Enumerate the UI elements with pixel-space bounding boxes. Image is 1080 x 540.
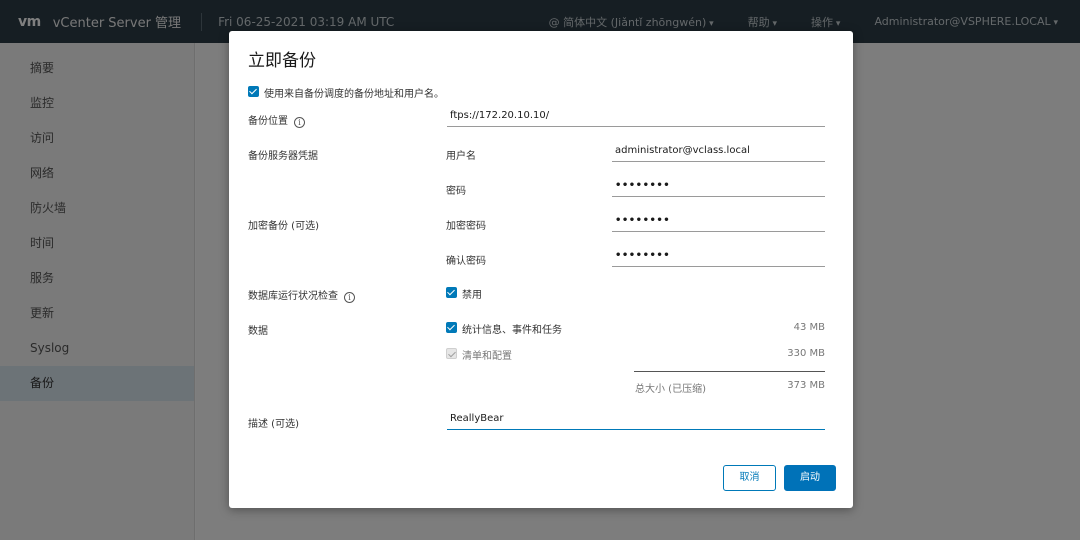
confirm-password-input[interactable]: •••••••• [612, 249, 825, 267]
encrypt-password-label: 加密密码 [446, 221, 486, 232]
total-divider [634, 371, 825, 372]
total-size: 373 MB [787, 380, 825, 391]
backup-credentials-label: 备份服务器凭据 [248, 151, 318, 162]
confirm-password-label: 确认密码 [446, 256, 486, 267]
username-input[interactable]: administrator@vclass.local [612, 144, 825, 162]
total-size-label: 总大小 (已压缩) [635, 384, 706, 395]
db-check-disable-label: 禁用 [462, 290, 482, 301]
description-label: 描述 (可选) [248, 419, 299, 430]
backup-location-label-text: 备份位置 [248, 116, 288, 127]
use-schedule-label: 使用来自备份调度的备份地址和用户名。 [264, 89, 444, 100]
encrypt-password-input[interactable]: •••••••• [612, 214, 825, 232]
inventory-config-checkbox [446, 348, 457, 359]
db-health-check-label: 数据库运行状况检查 i [248, 287, 355, 303]
backup-now-dialog: 立即备份 使用来自备份调度的备份地址和用户名。 备份位置 i ftps://172… [229, 31, 853, 508]
data-label: 数据 [248, 326, 268, 337]
use-schedule-checkbox[interactable] [248, 86, 259, 97]
info-icon[interactable]: i [294, 117, 305, 128]
db-check-disable-checkbox[interactable] [446, 287, 457, 298]
start-button[interactable]: 启动 [784, 465, 836, 491]
password-label: 密码 [446, 186, 466, 197]
password-input[interactable]: •••••••• [612, 179, 825, 197]
encrypt-backup-label: 加密备份 (可选) [248, 221, 319, 232]
db-health-check-label-text: 数据库运行状况检查 [248, 291, 338, 302]
inventory-size: 330 MB [787, 348, 825, 359]
info-icon[interactable]: i [344, 292, 355, 303]
cancel-button[interactable]: 取消 [723, 465, 776, 491]
description-input[interactable]: ReallyBear [447, 412, 825, 430]
username-label: 用户名 [446, 151, 476, 162]
stats-events-tasks-checkbox[interactable] [446, 322, 457, 333]
dialog-title: 立即备份 [248, 51, 316, 71]
inventory-config-label: 清单和配置 [462, 351, 512, 362]
backup-location-label: 备份位置 i [248, 112, 305, 128]
stats-events-tasks-label: 统计信息、事件和任务 [462, 325, 562, 336]
backup-location-input[interactable]: ftps://172.20.10.10/ [447, 109, 825, 127]
stats-size: 43 MB [793, 322, 825, 333]
